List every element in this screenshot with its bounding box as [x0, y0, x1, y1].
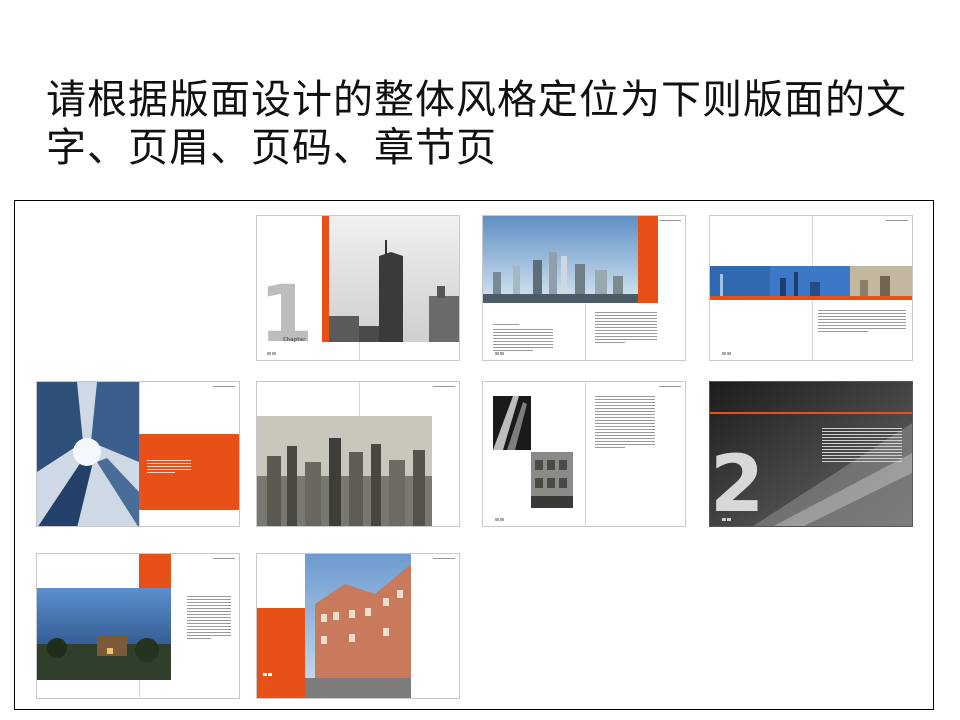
- spread-looking-up: [36, 381, 240, 527]
- spread-chapter-1: 1 Chapter: [256, 215, 460, 361]
- city-photo: [257, 416, 432, 526]
- page-number: [500, 518, 504, 521]
- page-number: [272, 352, 276, 355]
- page-number: [495, 352, 499, 355]
- running-header: [659, 220, 681, 221]
- abstract-photo: [493, 396, 531, 450]
- body-text-right: [822, 428, 902, 464]
- orange-bar: [322, 216, 329, 342]
- spread-abstract: [482, 381, 686, 527]
- skyscraper-photo: [37, 382, 139, 526]
- page-number: [722, 518, 726, 521]
- spread-banner: [709, 215, 913, 361]
- spread-resort: [36, 553, 240, 699]
- body-text-right: [595, 396, 655, 450]
- building-photo: [329, 216, 459, 342]
- running-header: [433, 386, 455, 387]
- street-photo: [305, 554, 411, 698]
- spread-gray-city: [256, 381, 460, 527]
- spread-street: [256, 553, 460, 699]
- facade-photo: [531, 452, 573, 508]
- running-header: [433, 558, 455, 559]
- body-text-right: [187, 596, 231, 641]
- body-text-right: [818, 310, 906, 334]
- orange-block: [139, 554, 171, 588]
- chapter-word: Chapter: [283, 337, 306, 343]
- body-text-left: [493, 329, 553, 353]
- slide-title: 请根据版面设计的整体风格定位为下则版面的文字、页眉、页码、章节页: [46, 77, 907, 171]
- skyline-photo: [483, 216, 638, 303]
- body-text-right: [595, 312, 657, 345]
- spread-spine: [585, 382, 586, 526]
- resort-photo: [37, 588, 171, 680]
- heading-text: [493, 324, 533, 327]
- layout-showcase-frame: 1 Chapter 2: [14, 200, 934, 710]
- caption-text: [147, 460, 191, 475]
- page-number: [727, 352, 731, 355]
- running-header: [886, 220, 908, 221]
- page-number: [267, 352, 271, 355]
- page-number: [722, 352, 726, 355]
- running-header: [213, 386, 235, 387]
- page-number: [263, 673, 267, 676]
- page-number: [500, 352, 504, 355]
- orange-panel: [257, 608, 305, 698]
- spread-chapter-2: 2: [709, 381, 913, 527]
- orange-bar: [638, 216, 658, 303]
- spread-skyline: [482, 215, 686, 361]
- panorama-photo: [710, 266, 912, 300]
- page-number: [268, 673, 272, 676]
- running-header: [213, 558, 235, 559]
- chapter-number: 2: [710, 440, 765, 527]
- page-number: [495, 518, 499, 521]
- running-header: [659, 386, 681, 387]
- page-number: [727, 518, 731, 521]
